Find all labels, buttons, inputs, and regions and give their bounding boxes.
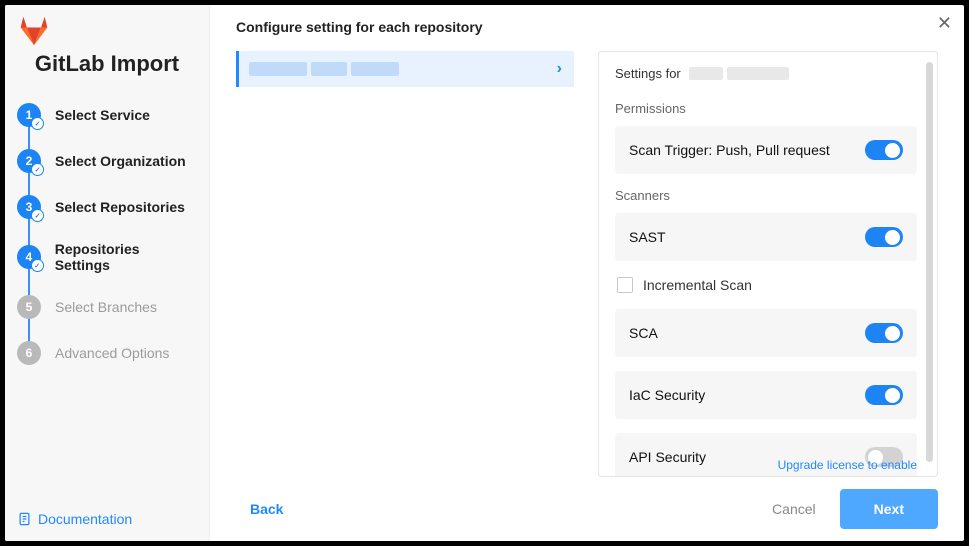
repository-name-placeholder — [249, 62, 399, 76]
close-icon[interactable]: ✕ — [937, 13, 952, 34]
step-number: 2 — [17, 149, 41, 173]
sca-row: SCA — [615, 309, 917, 357]
step-number: 1 — [17, 103, 41, 127]
settings-for-header: Settings for — [615, 66, 917, 81]
document-icon — [17, 511, 32, 527]
api-security-label: API Security — [629, 449, 706, 465]
sca-toggle[interactable] — [865, 323, 903, 343]
settings-for-label: Settings for — [615, 66, 681, 81]
step-number: 3 — [17, 195, 41, 219]
step-select-service[interactable]: 1 Select Service — [17, 103, 197, 127]
documentation-label: Documentation — [38, 511, 132, 527]
settings-for-name-placeholder — [689, 67, 789, 80]
scan-trigger-toggle[interactable] — [865, 140, 903, 160]
step-select-branches: 5 Select Branches — [17, 295, 197, 319]
permissions-section-label: Permissions — [615, 101, 917, 116]
step-select-repositories[interactable]: 3 Select Repositories — [17, 195, 197, 219]
step-advanced-options: 6 Advanced Options — [17, 341, 197, 365]
scan-trigger-row: Scan Trigger: Push, Pull request — [615, 126, 917, 174]
sast-toggle[interactable] — [865, 227, 903, 247]
step-label: Select Organization — [55, 153, 186, 169]
next-button[interactable]: Next — [840, 489, 938, 529]
sidebar-title: GitLab Import — [17, 51, 197, 77]
page-heading: Configure setting for each repository — [236, 19, 938, 35]
sidebar: GitLab Import 1 Select Service 2 Select Or… — [5, 5, 210, 541]
cancel-button[interactable]: Cancel — [772, 501, 816, 517]
step-number: 5 — [17, 295, 41, 319]
back-button[interactable]: Back — [250, 501, 283, 517]
step-number: 4 — [17, 245, 41, 269]
incremental-scan-label: Incremental Scan — [643, 277, 752, 293]
iac-label: IaC Security — [629, 387, 705, 403]
wizard-steps: 1 Select Service 2 Select Organization 3 Se… — [17, 103, 197, 511]
iac-row: IaC Security — [615, 371, 917, 419]
step-label: Repositories Settings — [55, 241, 197, 273]
sca-label: SCA — [629, 325, 658, 341]
scanners-section-label: Scanners — [615, 188, 917, 203]
step-number: 6 — [17, 341, 41, 365]
step-select-organization[interactable]: 2 Select Organization — [17, 149, 197, 173]
step-repositories-settings[interactable]: 4 Repositories Settings — [17, 241, 197, 273]
incremental-scan-checkbox[interactable] — [617, 277, 633, 293]
sast-label: SAST — [629, 229, 666, 245]
settings-panel: Settings for Permissions Scan Trigger: P… — [598, 51, 938, 477]
scan-trigger-label: Scan Trigger: Push, Pull request — [629, 142, 830, 158]
upgrade-license-link[interactable]: Upgrade license to enable — [778, 458, 917, 472]
iac-toggle[interactable] — [865, 385, 903, 405]
step-label: Select Service — [55, 107, 150, 123]
main-panel: ✕ Configure setting for each repository … — [210, 5, 964, 541]
sast-row: SAST — [615, 213, 917, 261]
incremental-scan-row[interactable]: Incremental Scan — [617, 277, 917, 293]
gitlab-logo-icon — [17, 15, 197, 47]
chevron-right-icon: › — [557, 60, 562, 78]
repository-row-selected[interactable]: › — [236, 51, 574, 87]
step-label: Advanced Options — [55, 345, 169, 361]
documentation-link[interactable]: Documentation — [17, 511, 197, 527]
step-label: Select Branches — [55, 299, 157, 315]
repository-list: › — [236, 51, 574, 477]
modal-gitlab-import: GitLab Import 1 Select Service 2 Select Or… — [5, 5, 964, 541]
footer-actions: Back Cancel Next — [236, 477, 938, 529]
step-label: Select Repositories — [55, 199, 185, 215]
